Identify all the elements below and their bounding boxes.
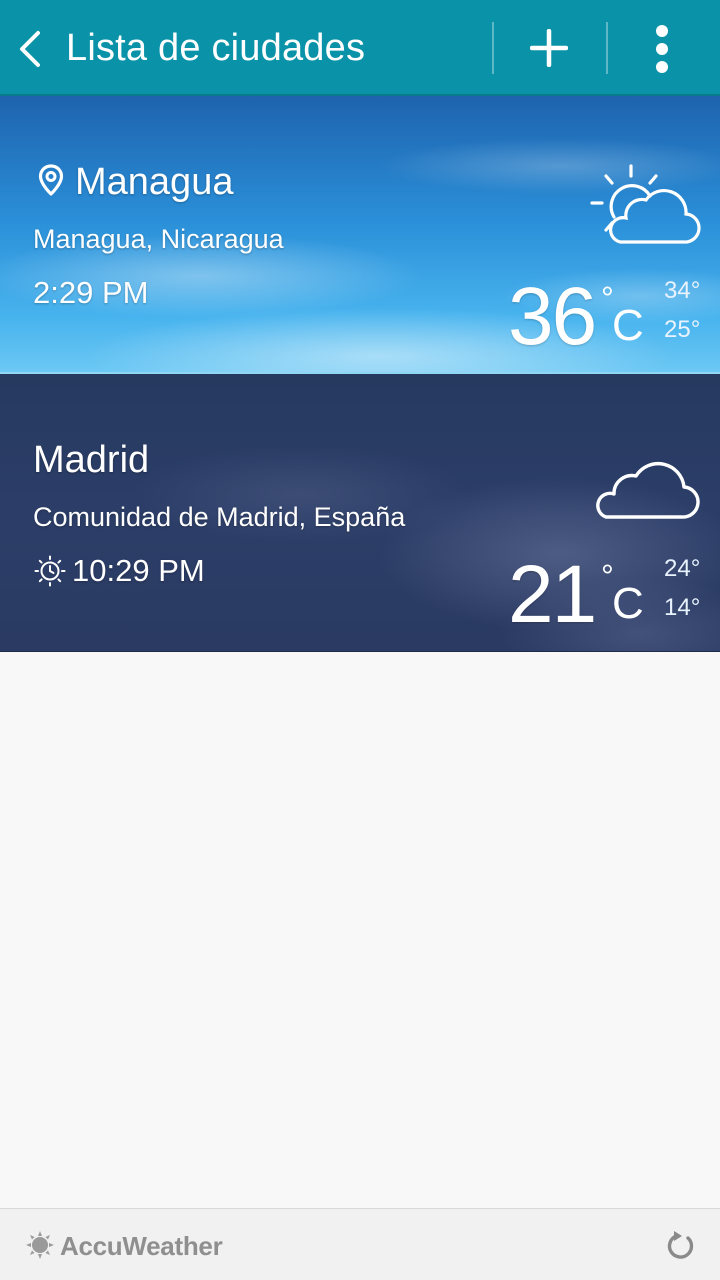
city-region: Comunidad de Madrid, España — [33, 502, 406, 532]
city-list-screen: Lista de ciudades Managua Managua, Nicar… — [0, 0, 720, 1280]
temperature-unit: C — [612, 301, 644, 350]
cloud-icon — [596, 462, 700, 519]
plus-icon — [530, 29, 568, 67]
night-clock-icon — [34, 555, 66, 587]
more-options-button[interactable] — [608, 0, 720, 96]
sun-logo-icon — [26, 1231, 54, 1259]
chevron-left-icon — [20, 31, 40, 67]
low-temperature: 14° — [664, 594, 701, 621]
temperature-unit: C — [612, 579, 644, 628]
accuweather-logo[interactable]: AccuWeather — [26, 1227, 236, 1263]
sun-cloud-icon — [590, 164, 701, 244]
high-temperature: 24° — [664, 555, 701, 582]
city-name: Madrid — [33, 439, 150, 481]
low-temperature: 25° — [664, 316, 701, 343]
brand-name: AccuWeather — [60, 1231, 223, 1261]
city-card-madrid[interactable]: Madrid Comunidad de Madrid, España 10:29… — [0, 374, 720, 652]
footer-bar: AccuWeather — [0, 1208, 720, 1280]
add-city-button[interactable] — [496, 0, 606, 96]
city-name: Managua — [75, 161, 234, 203]
action-bar: Lista de ciudades — [0, 0, 720, 96]
refresh-icon — [667, 1231, 694, 1259]
location-pin-icon — [38, 164, 64, 196]
local-time: 10:29 PM — [72, 553, 205, 588]
action-divider — [492, 22, 494, 74]
current-temperature: 21 — [508, 549, 597, 640]
high-temperature: 34° — [664, 277, 701, 304]
city-card-managua[interactable]: Managua Managua, Nicaragua 2:29 PM 36 ° … — [0, 96, 720, 374]
more-vertical-icon — [656, 25, 668, 73]
back-button[interactable] — [10, 18, 54, 78]
city-region: Managua, Nicaragua — [33, 224, 284, 254]
local-time: 2:29 PM — [33, 275, 149, 310]
refresh-button[interactable] — [660, 1225, 704, 1265]
page-title: Lista de ciudades — [66, 27, 366, 69]
current-temperature: 36 — [508, 271, 597, 362]
